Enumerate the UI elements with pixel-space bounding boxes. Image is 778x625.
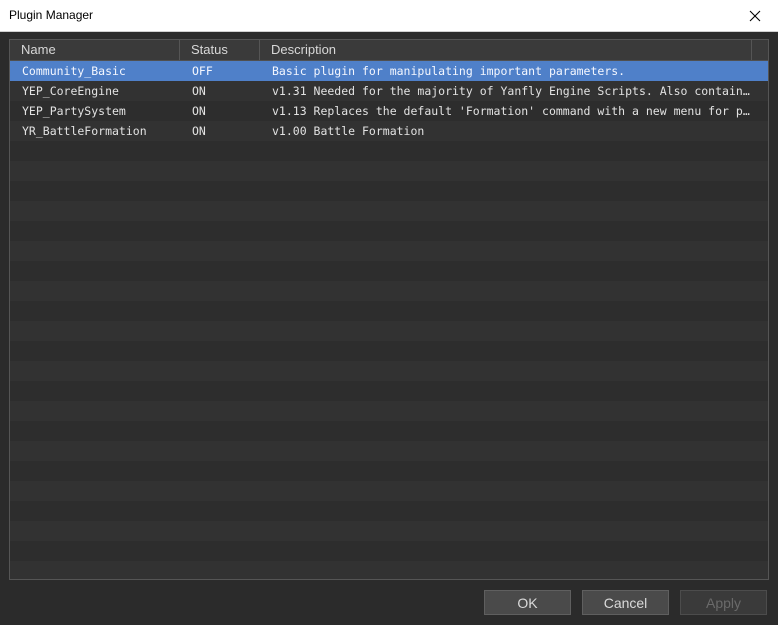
- plugin-status-cell: ON: [192, 84, 206, 98]
- plugin-row[interactable]: Community_Basic OFF Basic plugin for manip…: [10, 61, 768, 81]
- row-stripe: [10, 201, 768, 221]
- row-stripe: [10, 561, 768, 579]
- plugin-description-cell: v1.00 Battle Formation: [272, 124, 425, 138]
- row-stripe: [10, 461, 768, 481]
- plugin-description-cell: v1.31 Needed for the majority of Yanfly …: [272, 84, 750, 98]
- apply-button[interactable]: Apply: [680, 590, 767, 615]
- row-stripe: [10, 521, 768, 541]
- row-stripe: [10, 181, 768, 201]
- close-icon: [749, 10, 761, 21]
- plugin-row[interactable]: YEP_CoreEngine ON v1.31 Needed for the maj…: [10, 81, 768, 101]
- cancel-button[interactable]: Cancel: [582, 590, 669, 615]
- row-stripe: [10, 401, 768, 421]
- plugin-name-cell: YEP_PartySystem: [22, 104, 126, 118]
- row-stripe: [10, 501, 768, 521]
- close-button[interactable]: [732, 0, 778, 31]
- row-stripe: [10, 141, 768, 161]
- column-header-name[interactable]: Name: [10, 40, 180, 60]
- column-header-row: Name Status Description: [10, 40, 768, 61]
- row-stripe: [10, 221, 768, 241]
- row-stripe: [10, 341, 768, 361]
- window-title: Plugin Manager: [9, 8, 94, 22]
- plugin-name-cell: Community_Basic: [22, 64, 126, 78]
- row-stripe: [10, 361, 768, 381]
- plugin-status-cell: OFF: [192, 64, 213, 78]
- plugin-status-cell: ON: [192, 124, 206, 138]
- column-header-status[interactable]: Status: [180, 40, 260, 60]
- column-header-filler: [752, 40, 768, 60]
- plugin-list[interactable]: Name Status Description Community_Basic O…: [9, 39, 769, 580]
- row-stripe: [10, 281, 768, 301]
- column-header-description[interactable]: Description: [260, 40, 752, 60]
- plugin-rows: Community_Basic OFF Basic plugin for manip…: [10, 61, 768, 579]
- plugin-name-cell: YEP_CoreEngine: [22, 84, 119, 98]
- ok-button[interactable]: OK: [484, 590, 571, 615]
- row-stripe: [10, 301, 768, 321]
- title-bar: Plugin Manager: [0, 0, 778, 32]
- row-stripe: [10, 321, 768, 341]
- plugin-name-cell: YR_BattleFormation: [22, 124, 147, 138]
- plugin-status-cell: ON: [192, 104, 206, 118]
- row-stripe: [10, 381, 768, 401]
- plugin-description-cell: v1.13 Replaces the default 'Formation' c…: [272, 104, 750, 118]
- row-stripe: [10, 241, 768, 261]
- row-stripe: [10, 161, 768, 181]
- row-stripe: [10, 441, 768, 461]
- row-stripe: [10, 481, 768, 501]
- row-stripe: [10, 421, 768, 441]
- plugin-row[interactable]: YR_BattleFormation ON v1.00 Battle Formati…: [10, 121, 768, 141]
- plugin-description-cell: Basic plugin for manipulating important …: [272, 64, 626, 78]
- plugin-row[interactable]: YEP_PartySystem ON v1.13 Replaces the defa…: [10, 101, 768, 121]
- row-stripe: [10, 541, 768, 561]
- row-stripe: [10, 261, 768, 281]
